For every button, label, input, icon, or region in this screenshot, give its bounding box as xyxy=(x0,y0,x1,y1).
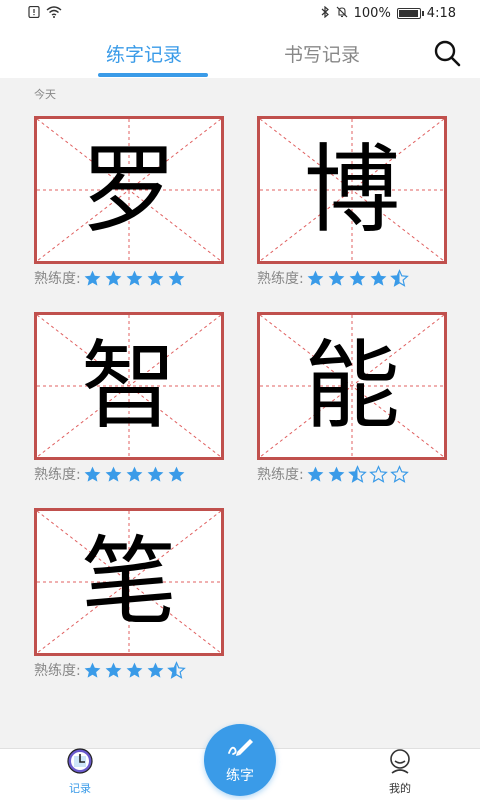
active-tab-indicator xyxy=(98,73,208,77)
practice-button-label: 练字 xyxy=(226,768,254,784)
star-full-icon xyxy=(369,269,388,288)
practice-character: 能 xyxy=(304,330,400,442)
proficiency-label: 熟练度: xyxy=(34,663,81,679)
clock: 4:18 xyxy=(426,5,456,21)
star-half-icon xyxy=(166,660,186,680)
star-half-icon xyxy=(347,464,367,484)
profile-icon xyxy=(386,748,414,778)
character-card[interactable]: 博熟练度: xyxy=(257,116,447,288)
proficiency-row: 熟练度: xyxy=(34,268,224,288)
practice-character: 智 xyxy=(81,330,177,442)
nav-record[interactable]: 记录 xyxy=(50,748,110,796)
character-card[interactable]: 笔熟练度: xyxy=(34,508,224,680)
star-full-icon xyxy=(146,465,165,484)
star-half-icon xyxy=(389,268,409,288)
star-full-icon xyxy=(146,661,165,680)
tian-grid: 博 xyxy=(257,116,447,264)
star-full-icon xyxy=(327,269,346,288)
practice-character: 笔 xyxy=(81,526,177,638)
practice-button[interactable]: 练字 xyxy=(204,724,276,796)
star-full-icon xyxy=(327,465,346,484)
star-full-icon xyxy=(104,661,123,680)
sim-alert-icon xyxy=(28,5,40,20)
character-card[interactable]: 能熟练度: xyxy=(257,312,447,484)
nav-mine-label: 我的 xyxy=(389,782,411,795)
star-empty-icon xyxy=(389,464,409,484)
proficiency-label: 熟练度: xyxy=(34,467,81,483)
mute-icon xyxy=(336,6,348,20)
star-full-icon xyxy=(104,269,123,288)
star-full-icon xyxy=(104,465,123,484)
status-left xyxy=(28,5,62,20)
bluetooth-icon xyxy=(321,5,330,20)
character-card[interactable]: 智熟练度: xyxy=(34,312,224,484)
nav-record-label: 记录 xyxy=(69,782,91,795)
star-full-icon xyxy=(306,269,325,288)
star-empty-icon xyxy=(368,464,388,484)
character-card[interactable]: 罗熟练度: xyxy=(34,116,224,288)
section-date-label: 今天 xyxy=(34,88,56,101)
pen-icon xyxy=(223,735,257,763)
battery-percent: 100% xyxy=(353,5,391,21)
proficiency-label: 熟练度: xyxy=(257,467,304,483)
tian-grid: 罗 xyxy=(34,116,224,264)
star-rating xyxy=(306,464,409,484)
star-full-icon xyxy=(167,269,186,288)
search-icon[interactable] xyxy=(432,38,462,68)
nav-mine[interactable]: 我的 xyxy=(370,748,430,796)
star-rating xyxy=(83,269,186,288)
star-full-icon xyxy=(146,269,165,288)
proficiency-label: 熟练度: xyxy=(257,271,304,287)
status-right: 100% 4:18 xyxy=(321,6,456,21)
star-full-icon xyxy=(306,465,325,484)
tian-grid: 笔 xyxy=(34,508,224,656)
tab-practice-records[interactable]: 练字记录 xyxy=(106,40,182,67)
star-full-icon xyxy=(125,465,144,484)
tian-grid: 智 xyxy=(34,312,224,460)
star-rating xyxy=(306,268,409,288)
proficiency-label: 熟练度: xyxy=(34,271,81,287)
star-full-icon xyxy=(83,661,102,680)
tian-grid: 能 xyxy=(257,312,447,460)
star-full-icon xyxy=(83,269,102,288)
proficiency-row: 熟练度: xyxy=(257,464,447,484)
practice-character: 罗 xyxy=(81,134,177,246)
record-icon xyxy=(65,748,95,778)
proficiency-row: 熟练度: xyxy=(257,268,447,288)
star-full-icon xyxy=(83,465,102,484)
battery-icon xyxy=(396,7,424,19)
wifi-icon xyxy=(46,6,62,20)
star-full-icon xyxy=(167,465,186,484)
star-full-icon xyxy=(125,661,144,680)
top-nav: 练字记录 书写记录 xyxy=(0,26,480,78)
star-full-icon xyxy=(125,269,144,288)
tab-writing-records[interactable]: 书写记录 xyxy=(284,40,360,67)
star-rating xyxy=(83,465,186,484)
star-full-icon xyxy=(348,269,367,288)
status-bar: 100% 4:18 xyxy=(0,0,480,26)
proficiency-row: 熟练度: xyxy=(34,464,224,484)
practice-character: 博 xyxy=(304,134,400,246)
proficiency-row: 熟练度: xyxy=(34,660,224,680)
star-rating xyxy=(83,660,186,680)
